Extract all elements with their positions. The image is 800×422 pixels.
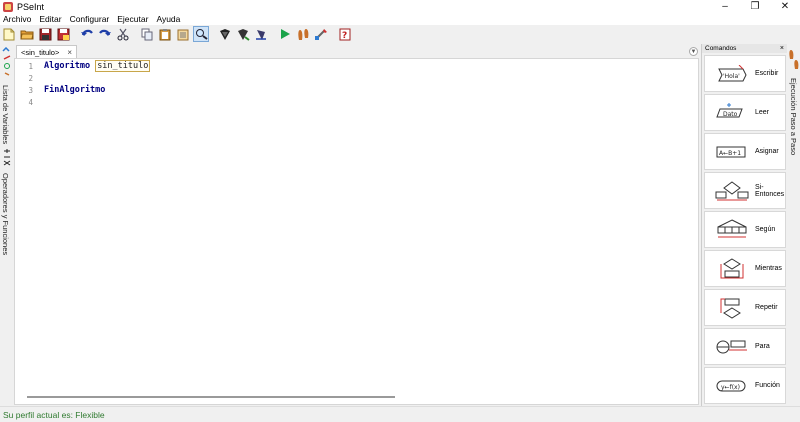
function-icon-text: y←f(x) [721,384,740,391]
menu-editar[interactable]: Editar [39,14,61,24]
horizontal-scrollbar[interactable] [27,396,395,398]
command-label: Leer [755,109,770,116]
function-icon: y←f(x) [715,374,749,398]
tab-list-chevron-down-icon[interactable]: ▼ [689,47,698,56]
run-icon[interactable] [278,27,292,41]
command-label: Asignar [755,148,779,155]
for-icon [715,335,749,359]
while-icon [715,257,749,281]
save-as-icon[interactable] [56,27,70,41]
step-by-step-icon [789,50,799,69]
command-leer-button[interactable]: Dato Leer [704,94,786,131]
command-label: Para [755,343,770,350]
window-controls: – ❐ ✕ [710,0,800,13]
assign-icon-text: A←B+1 [719,150,741,157]
menu-ayuda[interactable]: Ayuda [156,14,180,24]
title-bar: PSeInt – ❐ ✕ [0,0,800,13]
command-funcion-button[interactable]: y←f(x) Función [704,367,786,404]
operators-functions-tab[interactable]: Operadores y Funciones [1,173,10,255]
tab-close-icon[interactable]: × [67,48,72,57]
menu-bar: Archivo Editar Configurar Ejecutar Ayuda [0,13,800,25]
toolbar: ? [0,25,800,43]
algorithm-name: sin_titulo [95,60,151,72]
paste-special-icon[interactable] [176,27,190,41]
operators-icon [3,149,11,166]
command-escribir-button[interactable]: 'Hola' Escribir [704,55,786,92]
code-line[interactable]: Algoritmo sin_titulo [44,60,151,72]
write-icon-text: 'Hola' [723,73,740,80]
uncomment-icon[interactable] [254,27,268,41]
paste-icon[interactable] [158,27,172,41]
step-by-step-tab[interactable]: Ejecución Paso a Paso [789,78,798,155]
tab-label: <sin_titulo> [21,47,60,57]
keyword: Algoritmo [44,61,91,71]
command-label: Si-Entonces [755,183,785,198]
code-editor[interactable]: 1 2 3 4 Algoritmo sin_titulo FinAlgoritm… [14,58,699,405]
command-label: Repetir [755,304,778,311]
pseint-logo-icon [3,1,13,12]
command-repetir-button[interactable]: Repetir [704,289,786,326]
draw-flowchart-icon[interactable] [314,27,328,41]
keyword: FinAlgoritmo [44,85,106,95]
undo-icon[interactable] [80,27,94,41]
cut-icon[interactable] [116,27,130,41]
comment-icon[interactable] [236,27,250,41]
redo-icon[interactable] [98,27,112,41]
copy-icon[interactable] [140,27,154,41]
commands-panel: Comandos × 'Hola' Escribir Dato Leer A←B… [701,44,787,406]
line-number: 2 [28,74,33,83]
repeat-icon [715,296,749,320]
if-then-icon [715,179,749,203]
command-para-button[interactable]: Para [704,328,786,365]
line-number-gutter: 1 2 3 4 [15,59,37,404]
window-title: PSeInt [17,1,45,12]
step-by-step-icon[interactable] [296,27,310,41]
command-mientras-button[interactable]: Mientras [704,250,786,287]
help-icon[interactable]: ? [338,27,352,41]
command-label: Según [755,226,776,233]
line-number: 3 [28,86,33,95]
save-icon[interactable] [38,27,52,41]
variables-list-tab[interactable]: Lista de Variables [1,85,10,144]
maximize-button[interactable]: ❐ [740,0,770,13]
left-side-panel-strip: Lista de Variables Operadores y Funcione… [0,45,13,405]
menu-ejecutar[interactable]: Ejecutar [117,14,148,24]
commands-panel-header: Comandos × [702,44,787,53]
editor-tab-bar: <sin_titulo> × ▼ [14,45,700,58]
command-label: Función [755,382,780,389]
line-number: 1 [28,62,33,71]
command-segun-button[interactable]: Según [704,211,786,248]
find-icon[interactable] [193,26,209,42]
close-button[interactable]: ✕ [770,0,800,13]
command-label: Mientras [755,265,782,272]
status-bar: Su perfil actual es: Flexible [0,406,800,422]
switch-icon [715,218,749,242]
code-line[interactable]: FinAlgoritmo [44,85,105,95]
tab-sin-titulo[interactable]: <sin_titulo> × [16,45,78,58]
indent-icon[interactable] [218,27,232,41]
assign-icon: A←B+1 [715,140,749,164]
menu-archivo[interactable]: Archivo [3,14,31,24]
line-number: 4 [28,98,33,107]
menu-configurar[interactable]: Configurar [70,14,110,24]
open-folder-icon[interactable] [20,27,34,41]
right-side-panel-strip: Ejecución Paso a Paso [788,44,800,406]
command-label: Escribir [755,70,779,77]
command-si-entonces-button[interactable]: Si-Entonces [704,172,786,209]
new-file-icon[interactable] [2,27,16,41]
command-asignar-button[interactable]: A←B+1 Asignar [704,133,786,170]
profile-status-text: Su perfil actual es: Flexible [3,409,105,420]
commands-panel-title: Comandos [705,45,737,52]
svg-text:?: ? [342,31,347,41]
commands-panel-close-icon[interactable]: × [780,45,784,52]
pseint-window: PSeInt – ❐ ✕ Archivo Editar Configurar E… [0,0,800,422]
read-icon-text: Dato [723,111,738,118]
minimize-button[interactable]: – [710,0,740,13]
read-icon: Dato [715,101,749,125]
variables-icon [2,47,11,76]
commands-list: 'Hola' Escribir Dato Leer A←B+1 Asignar [704,55,786,406]
write-icon: 'Hola' [715,62,749,86]
